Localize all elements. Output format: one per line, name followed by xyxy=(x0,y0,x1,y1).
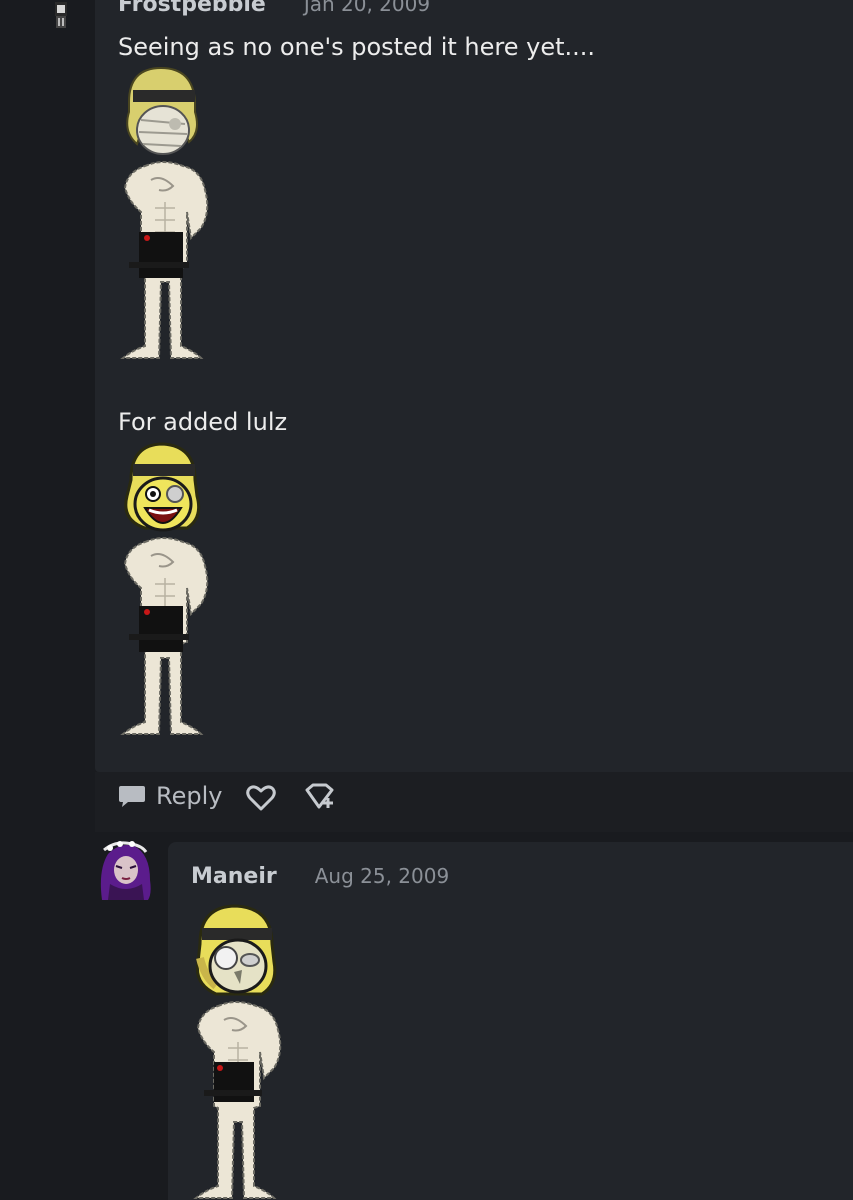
post-header: Frostpebble Jan 20, 2009 xyxy=(118,0,430,18)
speech-bubble-icon xyxy=(119,786,145,807)
tag-plus-icon[interactable] xyxy=(304,782,338,812)
avatar-frostpebble[interactable] xyxy=(50,0,72,30)
username[interactable]: Maneir xyxy=(191,864,277,889)
reply-button[interactable]: Reply xyxy=(118,780,222,812)
post-text-line: For added lulz xyxy=(118,408,288,436)
thread-page: Frostpebble Jan 20, 2009 Seeing as no on… xyxy=(0,0,853,1200)
avatar-maneir[interactable] xyxy=(98,840,154,902)
heart-icon[interactable] xyxy=(246,784,276,812)
username[interactable]: Frostpebble xyxy=(118,0,266,17)
post-header: Maneir Aug 25, 2009 xyxy=(191,858,449,894)
post-date[interactable]: Aug 25, 2009 xyxy=(315,864,449,888)
post-date[interactable]: Jan 20, 2009 xyxy=(304,0,430,16)
sprite-figure-monocle xyxy=(193,904,282,1199)
reply-label: Reply xyxy=(156,782,223,810)
sprite-figure-bandaged xyxy=(120,66,209,359)
post-text-line: Seeing as no one's posted it here yet...… xyxy=(118,33,596,61)
sprite-figure-laughing xyxy=(120,442,209,735)
